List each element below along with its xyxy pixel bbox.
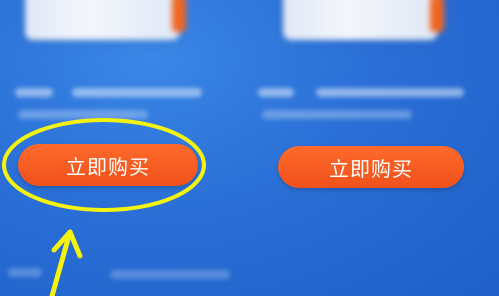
pointer-arrow-icon: [49, 229, 83, 296]
highlight-annotation: [2, 118, 206, 296]
highlight-ellipse: [2, 118, 206, 212]
product-list-screen: 立即购买 立即购买: [0, 0, 499, 296]
